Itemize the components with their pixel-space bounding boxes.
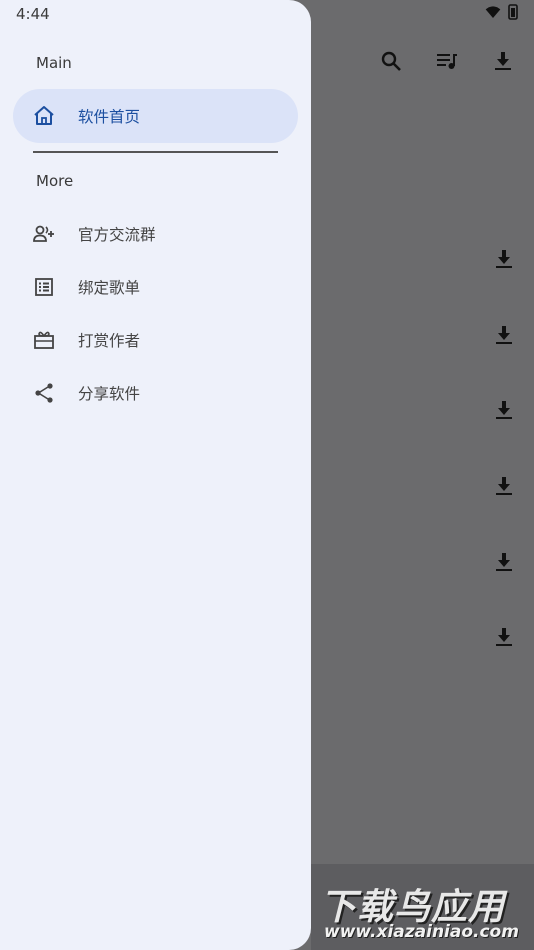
download-icon[interactable]: [492, 474, 518, 500]
nav-item-label: 软件首页: [78, 108, 141, 126]
section-label-main: Main: [36, 54, 72, 72]
nav-item-label: 分享软件: [78, 385, 141, 403]
download-icon[interactable]: [492, 550, 518, 576]
watermark-url: www.xiazainiao.com: [324, 922, 519, 942]
nav-item-donate[interactable]: 打赏作者: [13, 313, 298, 367]
download-icon[interactable]: [492, 323, 518, 349]
nav-item-group[interactable]: 官方交流群: [13, 207, 298, 261]
toolbar: [378, 48, 516, 74]
section-label-more: More: [36, 172, 74, 190]
nav-item-share[interactable]: 分享软件: [13, 366, 298, 420]
status-time: 4:44: [16, 5, 50, 23]
gift-icon: [32, 328, 56, 352]
nav-item-label: 打赏作者: [78, 332, 141, 350]
status-icons: [484, 4, 518, 20]
nav-item-home[interactable]: 软件首页: [13, 89, 298, 143]
navigation-drawer: 4:44 Main 软件首页 More 官方交流群 绑定歌单 打赏作者 分享软件: [0, 0, 311, 950]
download-icon[interactable]: [492, 247, 518, 273]
download-icon[interactable]: [490, 48, 516, 74]
group-add-icon: [32, 222, 56, 246]
download-icon[interactable]: [492, 398, 518, 424]
watermark: 下载鸟应用 www.xiazainiao.com: [320, 872, 530, 948]
wifi-icon: [485, 6, 501, 18]
nav-item-playlist[interactable]: 绑定歌单: [13, 260, 298, 314]
search-icon[interactable]: [378, 48, 404, 74]
home-icon: [32, 104, 56, 128]
divider: [33, 151, 278, 153]
battery-icon: [508, 4, 518, 20]
list-alt-icon: [32, 275, 56, 299]
queue-music-icon[interactable]: [434, 48, 460, 74]
nav-item-label: 官方交流群: [78, 226, 156, 244]
nav-item-label: 绑定歌单: [78, 279, 141, 297]
download-icon[interactable]: [492, 625, 518, 651]
share-icon: [32, 381, 56, 405]
